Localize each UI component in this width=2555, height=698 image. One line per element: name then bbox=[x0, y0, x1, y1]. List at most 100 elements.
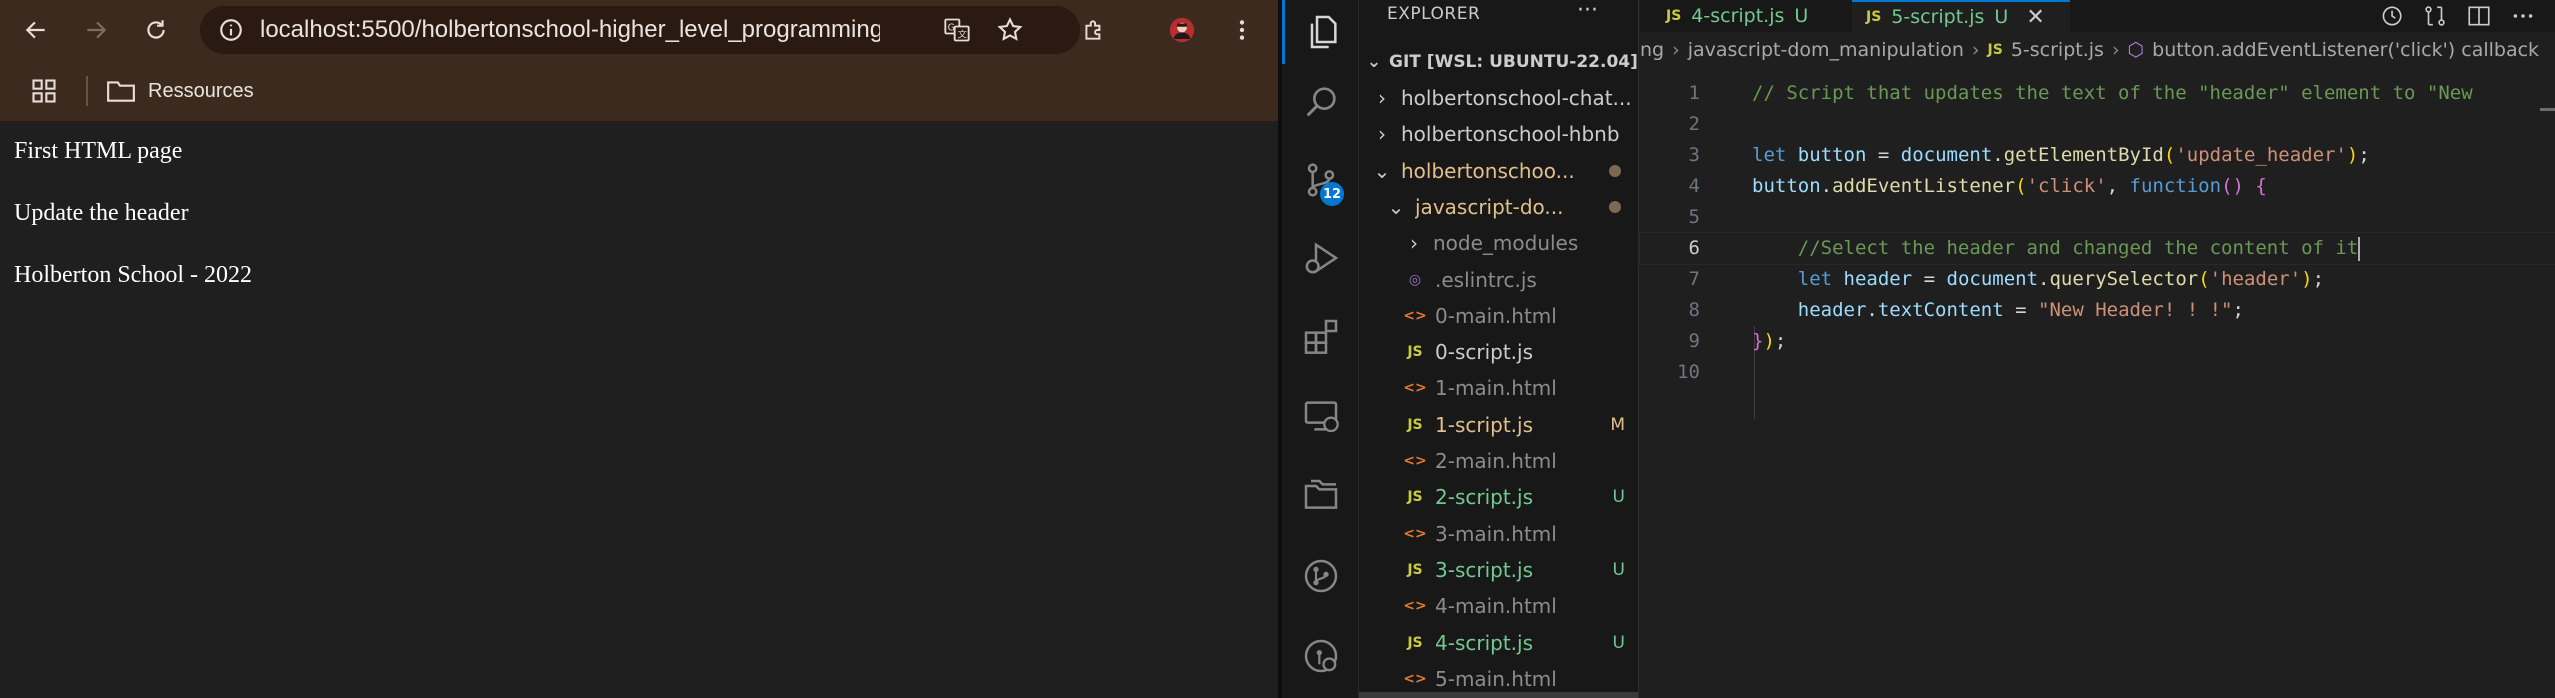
tree-item-label: holbertonschool-hbnb bbox=[1401, 122, 1620, 147]
activity-git-graph[interactable] bbox=[1282, 544, 1359, 608]
code-editor[interactable]: 1 // Script that updates the text of the … bbox=[1639, 78, 2555, 698]
tree-item-label: 1-main.html bbox=[1435, 376, 1557, 401]
browser-window: localhost:5500/holbertonschool-higher_le… bbox=[0, 0, 1278, 698]
tree-file[interactable]: ◎ .eslintrc.js bbox=[1359, 262, 1638, 298]
code-line[interactable]: 10 bbox=[1640, 357, 2555, 388]
address-bar[interactable]: localhost:5500/holbertonschool-higher_le… bbox=[200, 6, 1080, 54]
compare-changes-icon[interactable] bbox=[2422, 3, 2448, 29]
tree-file[interactable]: <> 1-main.html bbox=[1359, 370, 1638, 406]
tree-file[interactable]: JS 0-script.js bbox=[1359, 334, 1638, 370]
activity-git-lens[interactable] bbox=[1282, 624, 1359, 688]
activity-search[interactable] bbox=[1282, 70, 1359, 134]
breadcrumb-item[interactable]: button.addEventListener('click') callbac… bbox=[2152, 39, 2539, 61]
browser-menu-button[interactable] bbox=[1222, 10, 1262, 50]
tree-folder[interactable]: ⌄ javascript-do... bbox=[1359, 189, 1638, 225]
close-icon[interactable]: ✕ bbox=[2026, 5, 2044, 30]
sidebar-scrollbar[interactable] bbox=[1359, 692, 1638, 698]
js-file-icon: JS bbox=[1407, 634, 1423, 651]
apps-icon[interactable] bbox=[30, 77, 58, 105]
breadcrumb-item[interactable]: ng bbox=[1640, 39, 1664, 61]
site-info-icon[interactable] bbox=[218, 17, 244, 43]
folders-icon bbox=[1304, 479, 1337, 509]
code-line[interactable]: 9}); bbox=[1640, 326, 2555, 357]
activity-explorer[interactable] bbox=[1282, 0, 1359, 64]
breadcrumb-item[interactable]: javascript-dom_manipulation bbox=[1688, 39, 1964, 61]
activity-extensions[interactable] bbox=[1282, 304, 1359, 368]
code-line[interactable]: 3 let button = document.getElementById('u… bbox=[1640, 140, 2555, 171]
tree-item-label: 5-main.html bbox=[1435, 666, 1557, 691]
line-number: 6 bbox=[1688, 237, 1700, 259]
split-editor-icon[interactable] bbox=[2466, 3, 2492, 29]
workspace-section-header[interactable]: ⌄ GIT [WSL: UBUNTU-22.04] bbox=[1359, 46, 1638, 78]
bookmark-folder-ressources[interactable]: Ressources bbox=[106, 74, 254, 108]
code-line[interactable]: 5 bbox=[1640, 202, 2555, 233]
js-file-icon: JS bbox=[1407, 416, 1423, 433]
code-line[interactable]: 4 button.addEventListener('click', functi… bbox=[1640, 171, 2555, 202]
run-debug-icon bbox=[1305, 242, 1338, 274]
tree-file[interactable]: JS 2-script.js U bbox=[1359, 479, 1638, 515]
tab-5-script-js[interactable]: JS 5-script.js U ✕ bbox=[1852, 0, 2070, 32]
tree-item-label: node_modules bbox=[1433, 231, 1579, 256]
avatar bbox=[1169, 17, 1195, 43]
profile-button[interactable] bbox=[1162, 10, 1202, 50]
tree-folder[interactable]: ⌄ holbertonschoo... bbox=[1359, 153, 1638, 189]
code-line[interactable]: 7 let header = document.querySelector('h… bbox=[1640, 264, 2555, 295]
bookmark-star-button[interactable] bbox=[995, 15, 1025, 45]
translate-button[interactable]: G文 bbox=[942, 15, 972, 45]
line-number: 10 bbox=[1677, 361, 1700, 383]
js-file-icon: JS bbox=[1866, 9, 1882, 25]
tree-file[interactable]: <> 3-main.html bbox=[1359, 516, 1638, 552]
text-cursor bbox=[2358, 236, 2361, 261]
code-line[interactable]: 2 bbox=[1640, 109, 2555, 140]
update-header-link[interactable]: Update the header bbox=[14, 200, 189, 227]
timeline-icon[interactable] bbox=[2378, 3, 2404, 29]
activity-run-debug[interactable] bbox=[1282, 226, 1359, 290]
tree-item-label: .eslintrc.js bbox=[1435, 267, 1537, 292]
html-file-icon: <> bbox=[1403, 670, 1427, 687]
folder-icon bbox=[107, 81, 135, 102]
reload-icon bbox=[147, 20, 165, 39]
breadcrumb-item[interactable]: 5-script.js bbox=[2011, 39, 2104, 61]
html-file-icon: <> bbox=[1403, 380, 1427, 397]
tree-item-label: 0-script.js bbox=[1435, 340, 1534, 365]
tree-file[interactable]: <> 0-main.html bbox=[1359, 298, 1638, 334]
tree-folder[interactable]: › holbertonschool-chat... bbox=[1359, 80, 1638, 116]
tree-file[interactable]: <> 2-main.html bbox=[1359, 443, 1638, 479]
js-file-icon: JS bbox=[1987, 42, 2003, 58]
js-file-icon: JS bbox=[1407, 489, 1423, 506]
code-line[interactable]: 8 header.textContent = "New Header! ! !"… bbox=[1640, 295, 2555, 326]
tree-file[interactable]: <> 4-main.html bbox=[1359, 588, 1638, 624]
bookmarks-bar: Ressources bbox=[0, 60, 1278, 122]
chevron-right-icon: › bbox=[2111, 39, 2120, 61]
tree-file[interactable]: JS 1-script.js M bbox=[1359, 407, 1638, 443]
tab-4-script-js[interactable]: JS 4-script.js U bbox=[1652, 0, 1852, 32]
reload-button[interactable] bbox=[136, 10, 176, 50]
js-file-icon: JS bbox=[1407, 344, 1423, 361]
explorer-more-button[interactable]: ··· bbox=[1577, 0, 1598, 28]
tree-folder[interactable]: › holbertonschool-hbnb bbox=[1359, 116, 1638, 152]
url-text[interactable]: localhost:5500/holbertonschool-higher_le… bbox=[260, 6, 880, 54]
activity-remote-explorer[interactable] bbox=[1282, 384, 1359, 448]
line-number: 7 bbox=[1688, 268, 1700, 290]
tab-status: U bbox=[1994, 6, 2009, 28]
code-line[interactable]: 1 // Script that updates the text of the … bbox=[1640, 78, 2555, 109]
tab-status: U bbox=[1794, 5, 1809, 27]
modified-dot-icon bbox=[1609, 164, 1621, 177]
back-button[interactable] bbox=[16, 10, 56, 50]
code-line[interactable]: 6 //Select the header and changed the co… bbox=[1639, 232, 2555, 265]
tree-file[interactable]: JS 3-script.js U bbox=[1359, 552, 1638, 588]
tree-folder[interactable]: › node_modules bbox=[1359, 225, 1638, 261]
activity-project-manager[interactable] bbox=[1282, 464, 1359, 528]
extensions-button[interactable] bbox=[1074, 10, 1114, 50]
code-text: let header = document.querySelector('hea… bbox=[1797, 268, 2325, 290]
tree-item-label: 4-main.html bbox=[1435, 594, 1557, 619]
tree-file[interactable]: JS 4-script.js U bbox=[1359, 625, 1638, 661]
html-file-icon: <> bbox=[1403, 598, 1427, 615]
tree-item-label: 2-script.js bbox=[1435, 485, 1534, 510]
more-actions-icon[interactable] bbox=[2510, 3, 2536, 29]
activity-source-control[interactable]: 12 bbox=[1282, 148, 1359, 212]
git-graph-icon bbox=[1304, 559, 1337, 593]
js-file-icon: JS bbox=[1407, 561, 1423, 578]
forward-button[interactable] bbox=[76, 10, 116, 50]
tree-item-label: 4-script.js bbox=[1435, 630, 1534, 655]
